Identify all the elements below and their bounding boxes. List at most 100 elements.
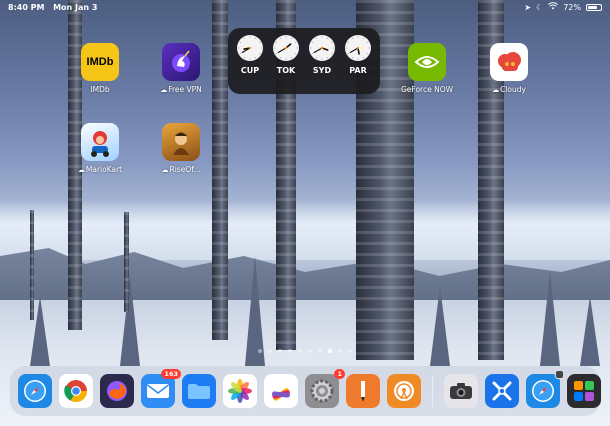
battery-icon xyxy=(586,3,602,11)
tree-trunk xyxy=(212,0,228,340)
app-library-icon xyxy=(574,381,594,401)
imdb-logo-text: IMDb xyxy=(86,56,114,68)
page-dot[interactable] xyxy=(278,349,282,353)
clock-tick xyxy=(294,52,297,55)
dock-pages[interactable] xyxy=(264,374,298,408)
app-label: MarioKart xyxy=(85,165,123,174)
minute-hand xyxy=(277,47,287,54)
page-dot[interactable] xyxy=(348,349,352,353)
cloud-download-icon: ☁ xyxy=(492,86,500,94)
page-dot[interactable] xyxy=(318,349,322,353)
clock-face xyxy=(237,35,263,61)
page-dot[interactable] xyxy=(258,349,262,353)
clock-tick xyxy=(326,56,329,59)
clock-tick xyxy=(239,41,242,44)
clock-city: PAR xyxy=(349,66,367,75)
clock-center xyxy=(356,46,360,50)
cloud-download-icon: ☁ xyxy=(160,86,168,94)
clock-par: PAR xyxy=(341,35,375,94)
clock-tick xyxy=(347,52,350,55)
clock-tick xyxy=(315,56,318,59)
clock-tick xyxy=(330,41,333,44)
clock-tick xyxy=(366,41,369,44)
app-label: IMDb xyxy=(90,85,110,94)
page-dot[interactable] xyxy=(308,349,312,353)
gear-icon xyxy=(310,379,334,403)
app-cloudy[interactable]: ☁Cloudy xyxy=(478,43,540,94)
clock-tick xyxy=(330,52,333,55)
status-time: 8:40 PM xyxy=(8,2,45,12)
dock-app-library[interactable] xyxy=(567,374,601,408)
app-mariokart[interactable]: ☁MarioKart xyxy=(69,123,131,174)
pine-tree xyxy=(430,286,450,366)
clock-tick xyxy=(290,56,293,59)
battery-percent: 72% xyxy=(563,2,581,12)
clock-center xyxy=(284,46,288,50)
page-dot[interactable] xyxy=(288,349,292,353)
clock-tick xyxy=(258,52,261,55)
world-clock-widget[interactable]: CUP TOK SYD PAR xyxy=(228,28,380,94)
clock-tick xyxy=(326,37,329,40)
status-date: Mon Jan 3 xyxy=(53,2,98,12)
clock-face xyxy=(345,35,371,61)
page-indicator[interactable] xyxy=(0,349,610,353)
clock-center xyxy=(320,46,324,50)
dock-camera[interactable] xyxy=(444,374,478,408)
app-free-vpn[interactable]: ☁Free VPN xyxy=(150,43,212,94)
mariokart-icon xyxy=(81,123,119,161)
clock-tok: TOK xyxy=(269,35,303,94)
clock-tick xyxy=(279,56,282,59)
camera-icon xyxy=(450,383,472,399)
firefox-icon xyxy=(107,381,127,401)
clock-face xyxy=(309,35,335,61)
page-dot[interactable] xyxy=(328,349,332,353)
app-label: RiseOf... xyxy=(169,165,201,174)
clock-tick xyxy=(311,41,314,44)
dock-safari-recent[interactable] xyxy=(526,370,564,408)
tree-trunk xyxy=(124,212,129,312)
dock-testflight[interactable] xyxy=(485,374,519,408)
mail-envelope-icon xyxy=(147,384,169,398)
clock-tick xyxy=(275,52,278,55)
pencil-icon xyxy=(361,381,365,402)
minute-hand xyxy=(349,47,359,54)
page-dot[interactable] xyxy=(268,349,272,353)
app-label: Cloudy xyxy=(500,85,526,94)
clock-tick xyxy=(362,56,365,59)
dock-files[interactable] xyxy=(182,374,216,408)
page-dot[interactable] xyxy=(338,349,342,353)
location-icon: ➤ xyxy=(524,2,532,12)
clock-center xyxy=(248,46,252,50)
clock-tick xyxy=(243,37,246,40)
dock-overcast[interactable] xyxy=(387,374,421,408)
app-imdb[interactable]: IMDb IMDb xyxy=(69,43,131,94)
dock-settings[interactable]: 1 xyxy=(305,369,345,408)
clock-cup: CUP xyxy=(233,35,267,94)
clock-tick xyxy=(290,37,293,40)
rise-of-kingdoms-icon xyxy=(162,123,200,161)
clock-tick xyxy=(315,37,318,40)
clock-tick xyxy=(311,52,314,55)
chrome-icon xyxy=(64,380,87,402)
nvidia-eye-icon xyxy=(408,43,446,81)
dock-photos[interactable] xyxy=(223,374,257,408)
dock-firefox[interactable] xyxy=(100,374,134,408)
compass-icon xyxy=(24,380,46,402)
app-geforce-now[interactable]: GeForce NOW xyxy=(396,43,458,94)
clock-face xyxy=(273,35,299,61)
page-dot[interactable] xyxy=(298,349,302,353)
tools-icon xyxy=(492,381,512,401)
cloud-sea xyxy=(0,200,610,260)
clock-tick xyxy=(275,41,278,44)
dock-mail[interactable]: 163 xyxy=(141,369,181,408)
color-fan-icon xyxy=(271,388,290,401)
app-rise-of[interactable]: ☁RiseOf... xyxy=(150,123,212,174)
unicorn-icon xyxy=(162,43,200,81)
settings-update-badge: 1 xyxy=(334,369,345,379)
dock-pixelmator[interactable] xyxy=(346,374,380,408)
tree-trunk xyxy=(30,210,34,320)
app-label: Free VPN xyxy=(168,85,202,94)
dock-chrome[interactable] xyxy=(59,374,93,408)
dock-safari[interactable] xyxy=(18,374,52,408)
compass-icon xyxy=(532,380,554,402)
